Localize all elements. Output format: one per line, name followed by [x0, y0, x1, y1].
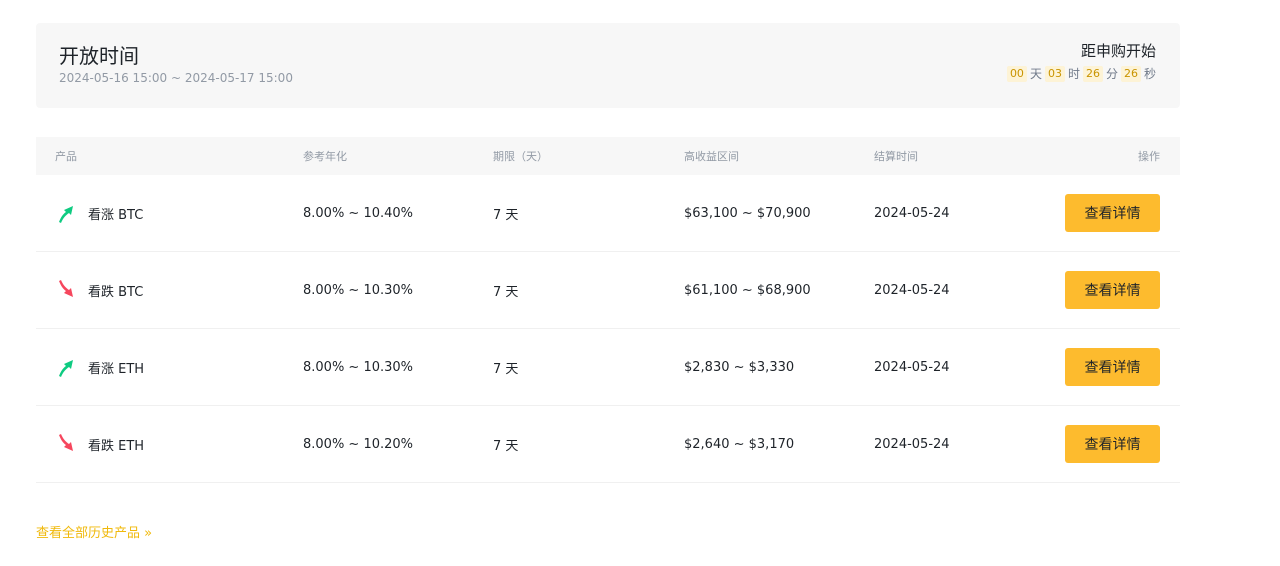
header-apr: 参考年化 [303, 150, 347, 163]
action-cell: 查看详情 [1065, 425, 1160, 463]
term-value: 7 天 [493, 438, 519, 454]
open-time-range: 2024-05-16 15:00 ~ 2024-05-17 15:00 [59, 71, 293, 85]
view-details-button[interactable]: 查看详情 [1065, 348, 1160, 386]
trend-up-icon [59, 360, 73, 377]
view-details-button[interactable]: 查看详情 [1065, 194, 1160, 232]
view-all-history-link[interactable]: 查看全部历史产品 » [36, 522, 152, 541]
apr-value: 8.00% ~ 10.30% [303, 282, 414, 298]
open-time-panel: 开放时间 2024-05-16 15:00 ~ 2024-05-17 15:00… [36, 23, 1180, 108]
view-details-button[interactable]: 查看详情 [1065, 271, 1160, 309]
trend-down-icon [59, 434, 73, 451]
product-cell: 看跌 ETH [55, 433, 144, 455]
apr-value: 8.00% ~ 10.40% [303, 205, 414, 221]
header-range: 高收益区间 [684, 150, 739, 163]
table-header: 产品 参考年化 期限（天） 高收益区间 结算时间 操作 [36, 137, 1180, 175]
table-row: 看涨 ETH 8.00% ~ 10.30% 7 天 $2,830 ~ $3,33… [36, 329, 1180, 406]
products-table: 产品 参考年化 期限（天） 高收益区间 结算时间 操作 看涨 BTC 8.00%… [36, 137, 1180, 483]
apr-value: 8.00% ~ 10.20% [303, 436, 414, 452]
product-name: 看跌 ETH [88, 438, 145, 454]
countdown: 00 天 03 时 26 分 26 秒 [1006, 65, 1156, 82]
header-settle: 结算时间 [874, 150, 918, 163]
product-name: 看涨 BTC [88, 207, 144, 223]
settle-value: 2024-05-24 [874, 359, 950, 375]
product-name: 看涨 ETH [88, 361, 145, 377]
action-cell: 查看详情 [1065, 271, 1160, 309]
apr-value: 8.00% ~ 10.30% [303, 359, 414, 375]
countdown-days: 00 [1006, 65, 1027, 82]
countdown-days-unit: 天 [1029, 67, 1042, 81]
term-value: 7 天 [493, 361, 519, 377]
countdown-minutes-unit: 分 [1105, 67, 1118, 81]
header-action: 操作 [1138, 150, 1160, 163]
term-value: 7 天 [493, 207, 519, 223]
term-value: 7 天 [493, 284, 519, 300]
trend-up-icon [59, 206, 73, 223]
countdown-minutes: 26 [1082, 65, 1103, 82]
open-time-title: 开放时间 [59, 44, 139, 68]
settle-value: 2024-05-24 [874, 205, 950, 221]
countdown-seconds: 26 [1120, 65, 1141, 82]
action-cell: 查看详情 [1065, 348, 1160, 386]
countdown-label: 距申购开始 [1080, 42, 1156, 60]
table-row: 看跌 ETH 8.00% ~ 10.20% 7 天 $2,640 ~ $3,17… [36, 406, 1180, 483]
product-cell: 看跌 BTC [55, 279, 143, 301]
view-details-button[interactable]: 查看详情 [1065, 425, 1160, 463]
countdown-seconds-unit: 秒 [1143, 67, 1156, 81]
product-name: 看跌 BTC [88, 284, 144, 300]
settle-value: 2024-05-24 [874, 436, 950, 452]
header-product: 产品 [55, 150, 77, 163]
header-term: 期限（天） [493, 150, 548, 163]
range-value: $63,100 ~ $70,900 [684, 205, 811, 221]
product-cell: 看涨 ETH [55, 356, 144, 378]
range-value: $2,830 ~ $3,330 [684, 359, 795, 375]
table-row: 看涨 BTC 8.00% ~ 10.40% 7 天 $63,100 ~ $70,… [36, 175, 1180, 252]
countdown-hours: 03 [1044, 65, 1065, 82]
action-cell: 查看详情 [1065, 194, 1160, 232]
trend-down-icon [59, 280, 73, 297]
range-value: $2,640 ~ $3,170 [684, 436, 795, 452]
product-cell: 看涨 BTC [55, 202, 143, 224]
table-row: 看跌 BTC 8.00% ~ 10.30% 7 天 $61,100 ~ $68,… [36, 252, 1180, 329]
countdown-hours-unit: 时 [1067, 67, 1080, 81]
settle-value: 2024-05-24 [874, 282, 950, 298]
range-value: $61,100 ~ $68,900 [684, 282, 811, 298]
